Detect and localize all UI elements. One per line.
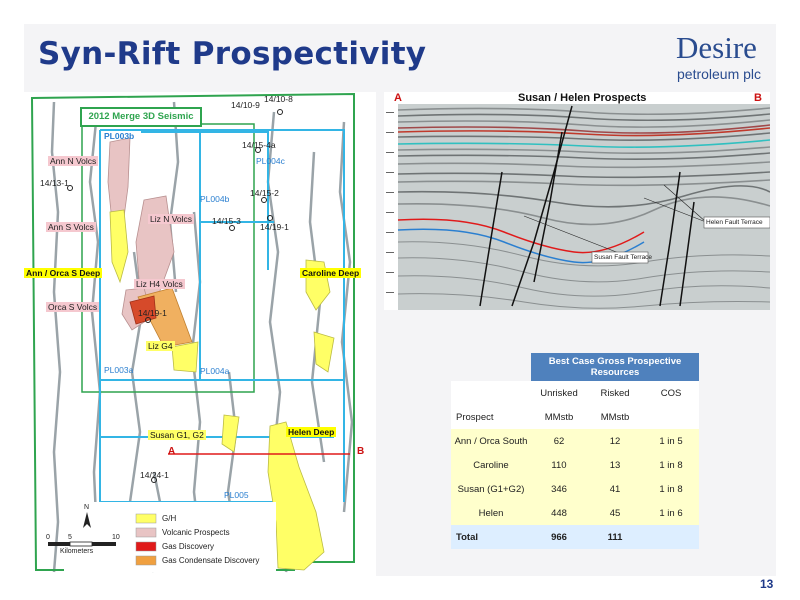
callout-susan-fault-terrace: Susan Fault Terrace [594,254,653,261]
well-label: 14/10-9 [231,100,260,110]
licence-label: PL003b [104,131,135,141]
logo-main-text: Desire [676,30,757,65]
seismic-b-label: B [754,92,762,104]
page-number: 13 [760,577,774,591]
prospect-name: Ann / Orca South [451,429,531,453]
section-line-a-label: A [168,446,176,457]
licence-label: PL004a [200,366,230,376]
seismic-section [384,92,770,310]
risked-value: 45 [587,501,643,525]
scale-unit: Kilometers [60,548,94,555]
section-line-b-label: B [357,446,365,457]
cos-value: 1 in 8 [643,477,699,501]
total-unrisked: 966 [531,525,587,549]
slide-title: Syn-Rift Prospectivity [38,36,427,72]
well-label: 14/10-8 [264,94,293,104]
unit-row-label: Prospect [451,405,531,429]
total-cos [643,525,699,549]
unrisked-value: 62 [531,429,587,453]
prospect-label-susan: Susan G1, G2 [148,430,206,440]
prospect-map: 2012 Merge 3D Seismic 14/10-9 14/10-8 14… [24,92,376,576]
licence-label: PL003a [104,365,134,375]
unit-unrisked: MMstb [531,405,587,429]
unit-risked: MMstb [587,405,643,429]
well-label: 14/13-1 [40,178,69,188]
risked-value: 41 [587,477,643,501]
col-header-cos: COS [643,381,699,405]
table-row: Susan (G1+G2) 346 41 1 in 8 [451,477,699,501]
prospect-label-liz-n: Liz N Volcs [148,214,195,224]
well-label: 14/19-1 [138,308,167,318]
col-header-risked: Risked [587,381,643,405]
cos-value: 1 in 5 [643,429,699,453]
well-label: 14/15-4a [242,140,276,150]
scale-tick: 0 [46,534,50,541]
table-group-header: Best Case Gross Prospective Resources [531,353,699,381]
prospect-name: Helen [451,501,531,525]
legend-label-condensate: Gas Condensate Discovery [162,556,260,565]
licence-label: PL004c [256,156,285,166]
legend-label-gh: G/H [162,514,177,523]
risked-value: 12 [587,429,643,453]
prospect-label-caroline: Caroline Deep [300,268,362,278]
well-label: 14/15-3 [212,216,241,226]
company-logo: Desire petroleum plc [676,30,776,90]
unrisked-value: 110 [531,453,587,477]
prospect-label-liz-h4: Liz H4 Volcs [134,279,185,289]
well-label: 14/15-2 [250,188,279,198]
prospect-label-liz-g4: Liz G4 [146,341,175,351]
unrisked-value: 346 [531,477,587,501]
total-label: Total [451,525,531,549]
risked-value: 13 [587,453,643,477]
cos-value: 1 in 6 [643,501,699,525]
col-header-unrisked: Unrisked [531,381,587,405]
legend-label-gas: Gas Discovery [162,542,215,551]
total-risked: 111 [587,525,643,549]
scale-tick: 10 [112,534,120,541]
callout-helen-fault-terrace: Helen Fault Terrace [706,219,763,226]
prospect-name: Caroline [451,453,531,477]
table-total-row: Total 966 111 [451,525,699,549]
prospect-label-ann-s: Ann S Volcs [46,222,96,232]
prospect-label-ann-n: Ann N Volcs [48,156,99,166]
prospect-name: Susan (G1+G2) [451,477,531,501]
well-label: 14/24-1 [140,470,169,480]
scale-tick: 5 [68,534,72,541]
cos-value: 1 in 8 [643,453,699,477]
table-corner [451,353,531,381]
legend-label-volcanic: Volcanic Prospects [162,528,230,537]
licence-label: PL004b [200,194,230,204]
table-row: Helen 448 45 1 in 6 [451,501,699,525]
merge-3d-seismic-label: 2012 Merge 3D Seismic [80,107,202,127]
seismic-a-label: A [394,92,402,104]
seismic-title: Susan / Helen Prospects [518,92,647,104]
unit-cos [643,405,699,429]
prospect-label-ann-orca: Ann / Orca S Deep [24,268,103,278]
resources-table: Best Case Gross Prospective Resources Un… [451,353,699,549]
unrisked-value: 448 [531,501,587,525]
prospect-label-orca-s: Orca S Volcs [46,302,100,312]
table-row: Ann / Orca South 62 12 1 in 5 [451,429,699,453]
licence-label: PL005 [224,490,249,500]
prospect-label-helen: Helen Deep [286,427,337,437]
table-cell [451,381,531,405]
table-row: Caroline 110 13 1 in 8 [451,453,699,477]
well-label: 14/19-1 [260,222,289,232]
north-label: N [84,504,90,511]
logo-sub-text: petroleum plc [677,66,762,82]
